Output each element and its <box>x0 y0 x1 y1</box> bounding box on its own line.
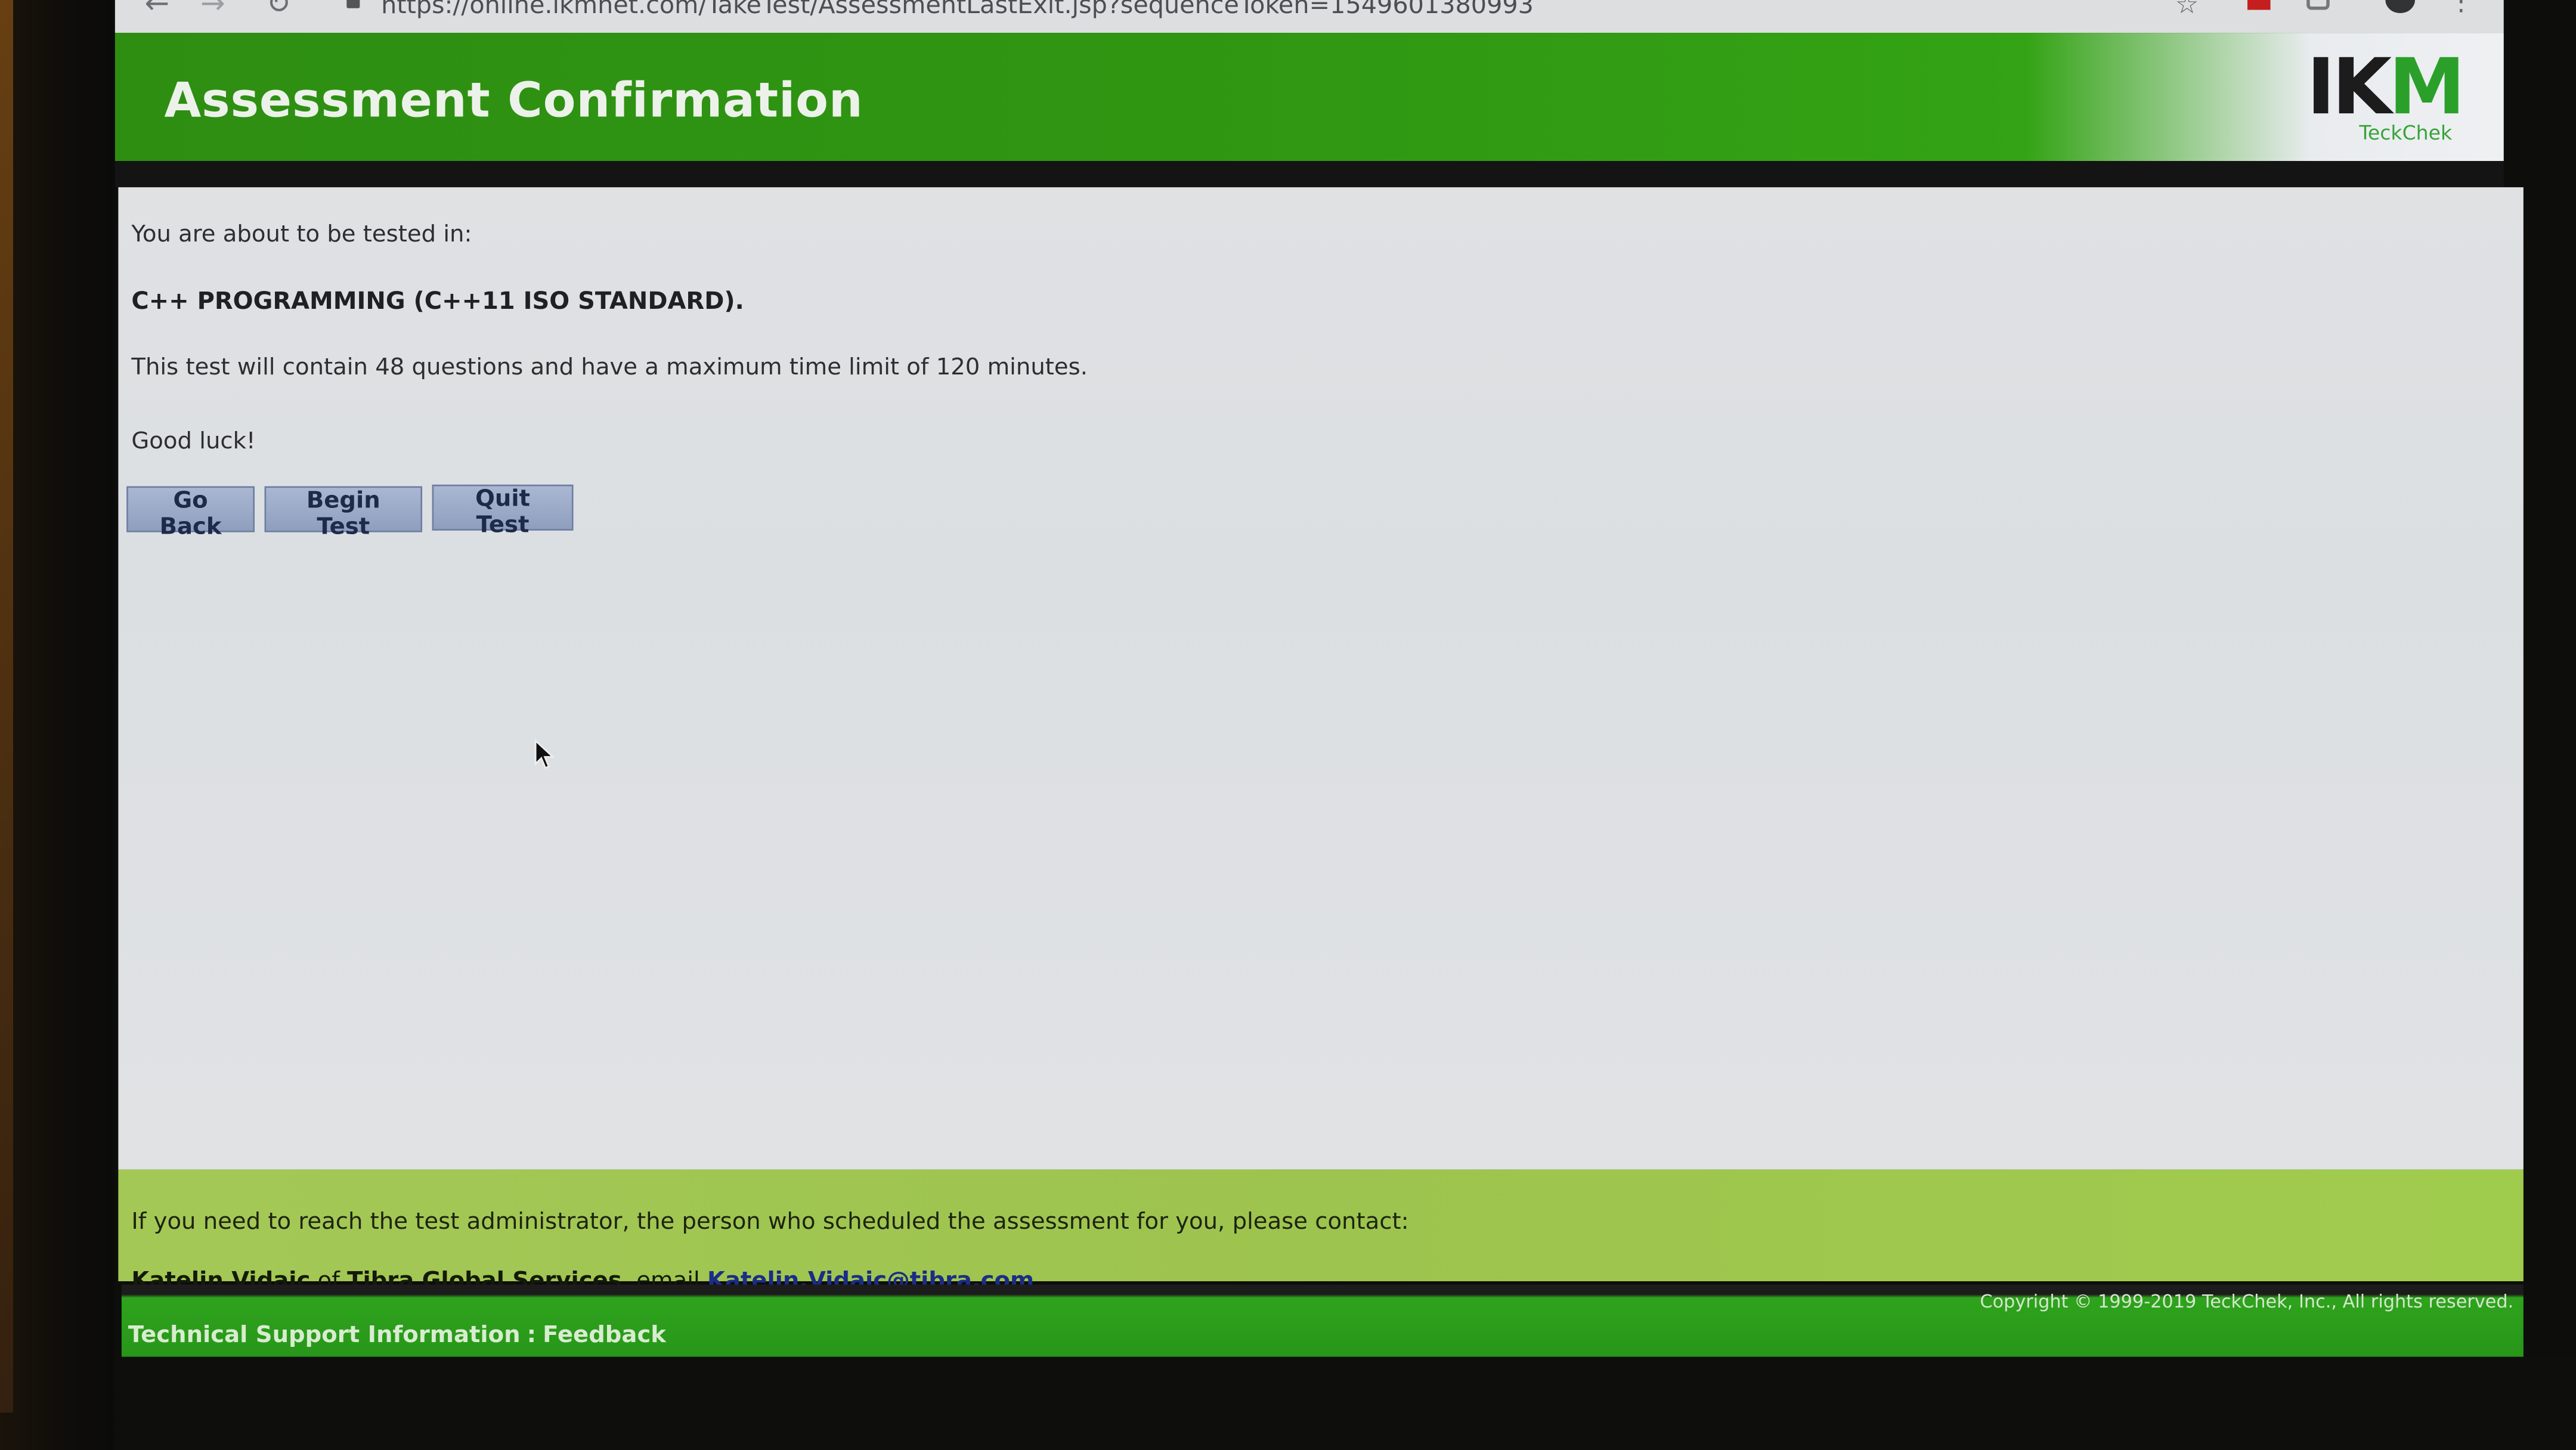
technical-support-link[interactable]: Technical Support Information <box>128 1322 521 1349</box>
test-details: This test will contain 48 questions and … <box>131 355 1088 382</box>
lock-icon <box>346 0 360 8</box>
course-title: C++ PROGRAMMING (C++11 ISO STANDARD). <box>131 289 744 315</box>
footer-links: Technical Support Information: Feedback <box>128 1322 666 1349</box>
mouse-cursor-icon <box>534 739 555 769</box>
cast-icon[interactable] <box>2306 0 2330 10</box>
header-divider <box>114 160 2504 188</box>
profile-avatar[interactable] <box>2385 0 2415 14</box>
contact-panel: If you need to reach the test administra… <box>118 1169 2524 1294</box>
menu-kebab-icon[interactable]: ⋮ <box>2448 0 2474 17</box>
main-content: You are about to be tested in: C++ PROGR… <box>118 187 2524 1170</box>
go-back-button[interactable]: Go Back <box>126 486 255 540</box>
quit-test-button[interactable]: Quit Test <box>432 484 574 539</box>
monitor-bezel-bottom <box>114 1356 2576 1450</box>
feedback-link[interactable]: Feedback <box>543 1322 666 1349</box>
footer-bar: Technical Support Information: Feedback C… <box>121 1284 2524 1357</box>
browser-toolbar: ← → ↻ https://online.ikmnet.com/TakeTest… <box>114 0 2504 33</box>
forward-arrow-icon[interactable]: → <box>200 0 225 21</box>
ikm-logo: IKM TeckChek <box>2306 43 2487 154</box>
bookmark-star-icon[interactable]: ☆ <box>2175 0 2199 20</box>
begin-test-button[interactable]: Begin Test <box>264 486 423 540</box>
reload-icon[interactable]: ↻ <box>266 0 291 21</box>
back-arrow-icon[interactable]: ← <box>144 0 169 21</box>
page-header: Assessment Confirmation IKM TeckChek <box>114 33 2504 161</box>
bezel-glint <box>0 0 14 1413</box>
contact-instructions: If you need to reach the test administra… <box>131 1209 1409 1235</box>
logo-mark: IKM <box>2306 42 2465 134</box>
address-bar[interactable]: https://online.ikmnet.com/TakeTest/Asses… <box>381 0 1534 20</box>
footer-separator: : <box>527 1322 537 1349</box>
page-title: Assessment Confirmation <box>164 72 863 128</box>
logo-subtitle: TeckChek <box>2359 121 2453 145</box>
copyright-text: Copyright © 1999-2019 TeckChek, Inc., Al… <box>1980 1291 2514 1313</box>
good-luck-text: Good luck! <box>131 429 256 456</box>
monitor-bezel <box>0 0 115 1450</box>
extension-icon[interactable] <box>2247 0 2271 10</box>
intro-text: You are about to be tested in: <box>131 221 472 249</box>
screen: ← → ↻ https://online.ikmnet.com/TakeTest… <box>0 0 2576 1450</box>
